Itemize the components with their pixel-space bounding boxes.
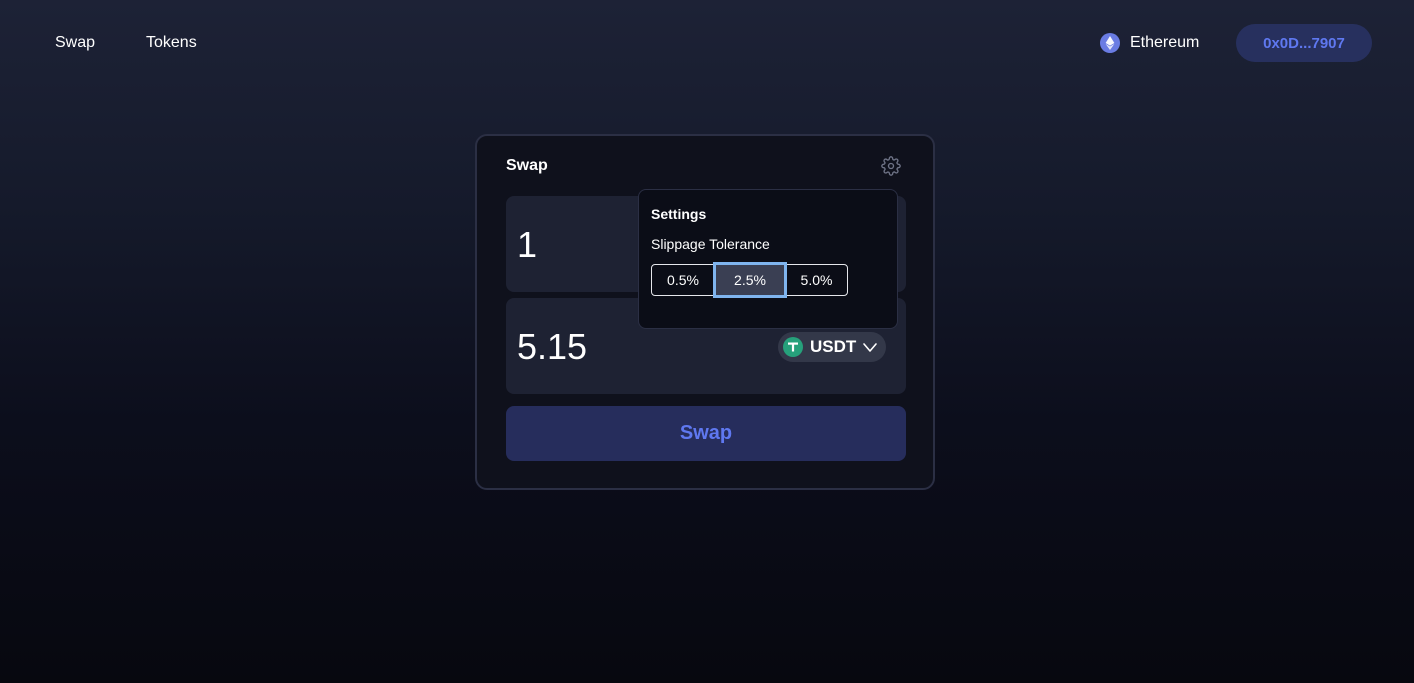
to-amount-input[interactable]: 5.15	[517, 327, 587, 367]
from-amount-input[interactable]: 1	[517, 225, 537, 265]
gear-icon[interactable]	[881, 156, 901, 176]
ethereum-icon	[1100, 33, 1120, 53]
slippage-option-0-5[interactable]: 0.5%	[651, 264, 715, 296]
slippage-tolerance-label: Slippage Tolerance	[651, 236, 770, 252]
settings-title: Settings	[651, 206, 707, 222]
wallet-address-button[interactable]: 0x0D...7907	[1236, 24, 1372, 62]
slippage-option-2-5[interactable]: 2.5%	[713, 262, 787, 298]
swap-card-title: Swap	[506, 157, 548, 174]
nav-link-tokens[interactable]: Tokens	[146, 33, 197, 53]
network-label: Ethereum	[1130, 34, 1200, 51]
nav-link-swap[interactable]: Swap	[55, 33, 95, 53]
swap-button[interactable]: Swap	[506, 406, 906, 461]
network-selector[interactable]: Ethereum	[1100, 33, 1199, 53]
tether-icon	[783, 337, 803, 357]
settings-popover: Settings Slippage Tolerance 0.5% 2.5% 5.…	[638, 189, 898, 329]
to-token-label: USDT	[810, 337, 857, 356]
chevron-down-icon	[862, 339, 878, 355]
slippage-option-5-0[interactable]: 5.0%	[785, 264, 848, 296]
to-token-selector[interactable]: USDT	[778, 332, 886, 362]
